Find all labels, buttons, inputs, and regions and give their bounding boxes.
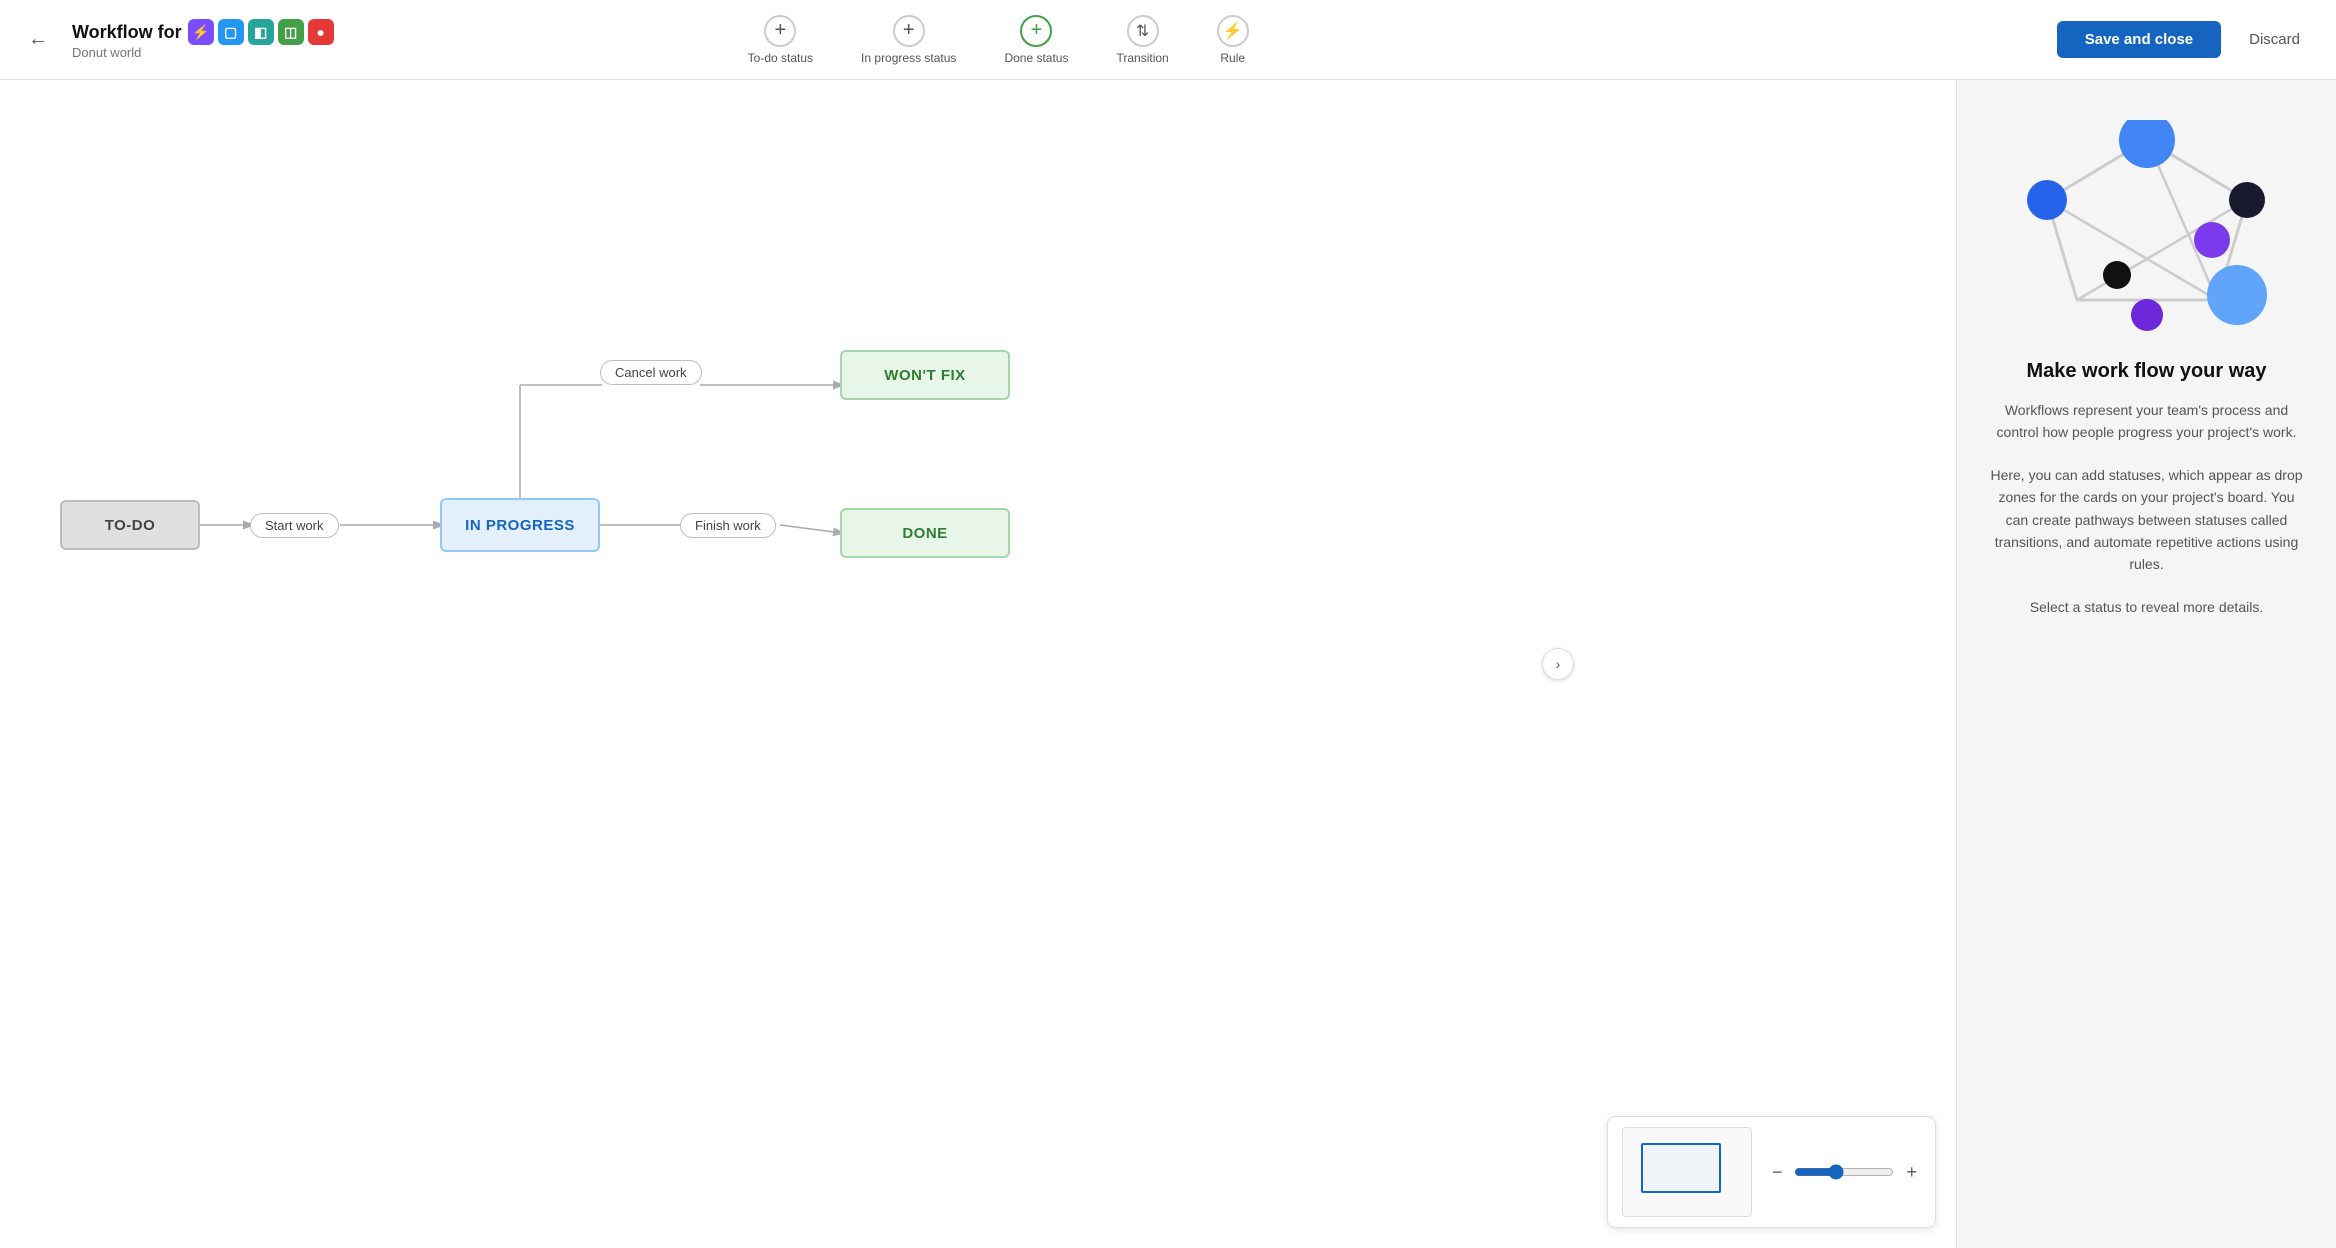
toolbar-rule[interactable]: ⚡ Rule (1197, 7, 1269, 73)
todo-label: TO-DO (105, 517, 156, 534)
cancelwork-label: Cancel work (615, 365, 687, 380)
todo-node[interactable]: TO-DO (60, 500, 200, 550)
zoom-in-button[interactable]: + (1902, 1160, 1921, 1185)
app-icon-red: ● (308, 19, 334, 45)
app-icon-purple: ⚡ (188, 19, 214, 45)
canvas-area[interactable]: TO-DO Start work IN PROGRESS Cancel work… (0, 80, 1956, 1248)
finishwork-transition[interactable]: Finish work (680, 513, 776, 538)
toolbar-done-status[interactable]: + Done status (984, 7, 1088, 73)
wontfix-node[interactable]: WON'T FIX (840, 350, 1010, 400)
app-icons: ⚡ ▢ ◧ ◫ ● (188, 19, 334, 45)
done-status-icon: + (1020, 15, 1052, 47)
todo-status-label: To-do status (748, 51, 813, 65)
startwork-transition[interactable]: Start work (250, 513, 339, 538)
mini-map-viewport (1641, 1143, 1721, 1193)
app-icon-green: ◫ (278, 19, 304, 45)
right-panel: Make work flow your way Workflows repres… (1956, 80, 2336, 1248)
app-header: ← Workflow for ⚡ ▢ ◧ ◫ ● Donut world + T… (0, 0, 2336, 80)
header-title: Workflow for ⚡ ▢ ◧ ◫ ● (72, 19, 334, 45)
header-toolbar: + To-do status + In progress status + Do… (728, 7, 1269, 73)
toolbar-todo-status[interactable]: + To-do status (728, 7, 833, 73)
main-layout: TO-DO Start work IN PROGRESS Cancel work… (0, 80, 2336, 1248)
toolbar-inprogress-status[interactable]: + In progress status (841, 7, 976, 73)
panel-heading: Make work flow your way (2026, 360, 2266, 383)
done-node[interactable]: DONE (840, 508, 1010, 558)
back-button[interactable]: ← (20, 20, 56, 59)
header-title-block: Workflow for ⚡ ▢ ◧ ◫ ● Donut world (72, 19, 334, 60)
network-illustration (2017, 120, 2277, 340)
rule-label: Rule (1220, 51, 1245, 65)
zoom-out-button[interactable]: − (1768, 1160, 1787, 1185)
panel-desc3: Select a status to reveal more details. (2030, 596, 2263, 618)
toolbar-transition[interactable]: ⇅ Transition (1096, 7, 1188, 73)
transition-label: Transition (1116, 51, 1168, 65)
title-prefix: Workflow for (72, 22, 182, 43)
panel-desc1: Workflows represent your team's process … (1987, 399, 2306, 444)
cancelwork-transition[interactable]: Cancel work (600, 360, 702, 385)
wontfix-label: WON'T FIX (884, 367, 965, 384)
header-actions: Save and close Discard (2057, 21, 2316, 58)
finishwork-label: Finish work (695, 518, 761, 533)
zoom-controls: − + (1607, 1116, 1936, 1228)
app-icon-teal: ◧ (248, 19, 274, 45)
todo-status-icon: + (764, 15, 796, 47)
done-status-label: Done status (1004, 51, 1068, 65)
transition-icon: ⇅ (1127, 15, 1159, 47)
header-subtitle: Donut world (72, 45, 334, 60)
collapse-panel-button[interactable]: › (1542, 648, 1574, 680)
discard-button[interactable]: Discard (2233, 21, 2316, 58)
app-icon-blue: ▢ (218, 19, 244, 45)
done-label: DONE (902, 525, 947, 542)
rule-icon: ⚡ (1217, 15, 1249, 47)
workflow-connections (0, 80, 1956, 1248)
inprogress-label: IN PROGRESS (465, 517, 575, 534)
panel-desc2: Here, you can add statuses, which appear… (1987, 464, 2306, 576)
inprogress-status-label: In progress status (861, 51, 956, 65)
mini-map[interactable] (1622, 1127, 1752, 1217)
zoom-slider[interactable] (1794, 1164, 1894, 1180)
save-close-button[interactable]: Save and close (2057, 21, 2221, 58)
startwork-label: Start work (265, 518, 324, 533)
inprogress-status-icon: + (893, 15, 925, 47)
inprogress-node[interactable]: IN PROGRESS (440, 498, 600, 552)
